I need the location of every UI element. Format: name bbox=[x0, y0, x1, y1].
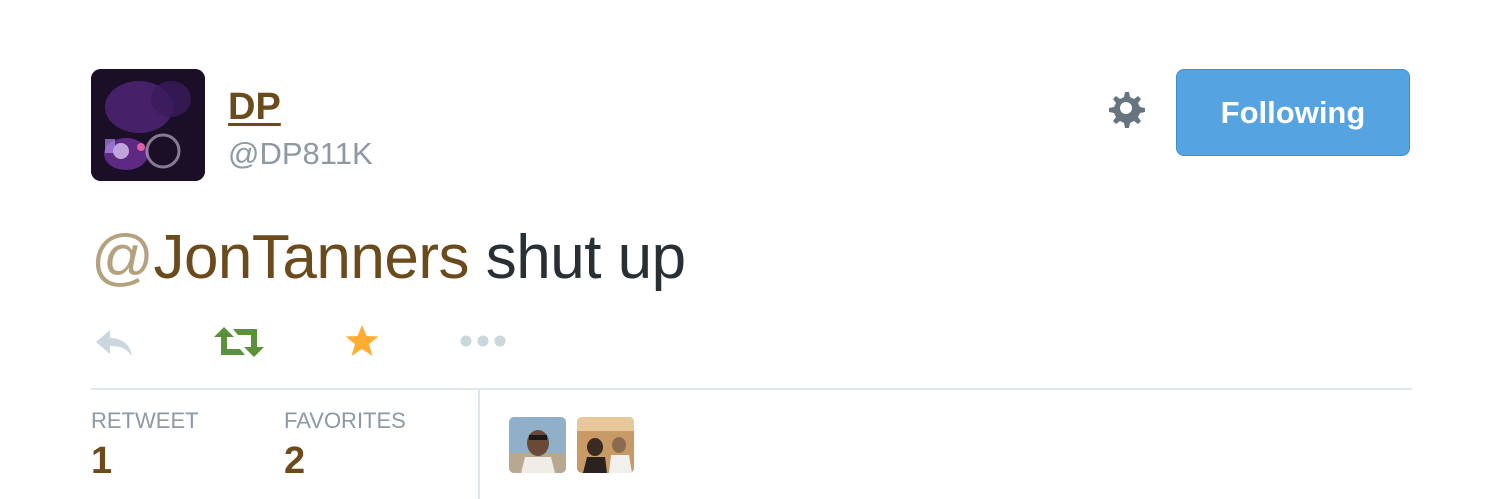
mention-at-sign[interactable]: @ bbox=[91, 223, 154, 292]
tweet-body: shut up bbox=[469, 223, 686, 292]
favorites-stat-label[interactable]: FAVORITES bbox=[284, 408, 406, 434]
tweet-text: @JonTanners shut up bbox=[91, 222, 686, 293]
tweet-card: DP @DP811K Following @JonTanners shut up bbox=[0, 0, 1500, 499]
author-name[interactable]: DP bbox=[228, 86, 281, 129]
stats-vertical-divider bbox=[478, 390, 480, 499]
gear-icon[interactable] bbox=[1104, 86, 1148, 130]
stats-divider bbox=[91, 388, 1412, 390]
retweet-stat-count[interactable]: 1 bbox=[91, 440, 112, 483]
author-avatar[interactable] bbox=[91, 69, 205, 181]
author-handle[interactable]: @DP811K bbox=[228, 136, 373, 172]
favoriter-avatar-image bbox=[577, 417, 634, 473]
favoriter-avatar-image bbox=[509, 417, 566, 473]
following-button[interactable]: Following bbox=[1176, 69, 1410, 156]
mention-link[interactable]: JonTanners bbox=[153, 223, 469, 292]
favoriter-avatar[interactable] bbox=[509, 417, 566, 473]
favorite-icon[interactable] bbox=[344, 324, 380, 358]
retweet-icon[interactable] bbox=[214, 325, 264, 359]
favoriter-avatar[interactable] bbox=[577, 417, 634, 473]
more-icon[interactable] bbox=[459, 333, 507, 349]
reply-icon[interactable] bbox=[94, 326, 134, 358]
avatar-image bbox=[91, 69, 205, 181]
favorites-stat-count[interactable]: 2 bbox=[284, 440, 305, 483]
retweet-stat-label[interactable]: RETWEET bbox=[91, 408, 199, 434]
